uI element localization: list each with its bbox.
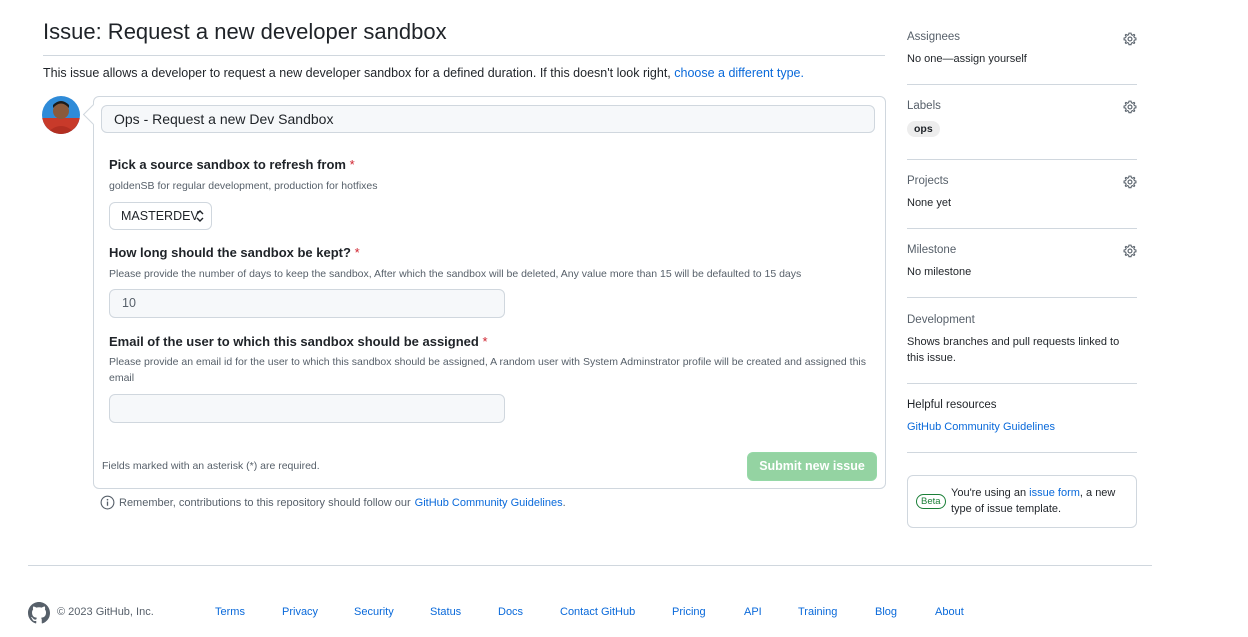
email-label: Email of the user to which this sandbox …: [109, 334, 488, 349]
footer-link-docs[interactable]: Docs: [498, 606, 523, 618]
sidebar-projects: Projects None yet: [907, 175, 1137, 211]
required-asterisk: *: [349, 157, 355, 172]
reminder-text: Remember, contributions to this reposito…: [119, 496, 411, 509]
development-heading: Development: [907, 314, 975, 326]
source-sandbox-help: goldenSB for regular development, produc…: [109, 180, 378, 192]
footer-link-blog[interactable]: Blog: [875, 606, 897, 618]
sidebar-labels: Labels ops: [907, 100, 1137, 137]
beta-notice-text: You're using an issue form, a new type o…: [951, 487, 1116, 515]
projects-gear-icon[interactable]: [1123, 175, 1137, 189]
sidebar-divider: [907, 383, 1137, 384]
select-caret-icon: [196, 210, 204, 222]
footer-divider: [28, 565, 1152, 566]
sidebar-assignees: Assignees No one—assign yourself: [907, 31, 1137, 71]
submit-new-issue-button[interactable]: Submit new issue: [747, 452, 877, 481]
footer-link-pricing[interactable]: Pricing: [672, 606, 706, 618]
label-ops[interactable]: ops: [907, 121, 940, 137]
issue-description: This issue allows a developer to request…: [43, 65, 804, 81]
issue-form: Ops - Request a new Dev Sandbox Pick a s…: [93, 96, 886, 489]
projects-heading: Projects: [907, 175, 949, 187]
source-sandbox-select[interactable]: MASTERDEV: [109, 202, 212, 230]
required-fields-note: Fields marked with an asterisk (*) are r…: [102, 460, 320, 472]
footer-link-training[interactable]: Training: [798, 606, 837, 618]
assignees-gear-icon[interactable]: [1123, 32, 1137, 46]
projects-value: None yet: [907, 197, 952, 209]
contribution-reminder: Remember, contributions to this reposito…: [100, 495, 566, 510]
assignees-heading: Assignees: [907, 31, 961, 43]
email-input[interactable]: [109, 394, 505, 423]
development-value: Shows branches and pull requests linked …: [907, 336, 1120, 364]
email-help: Please provide an email id for the user …: [109, 356, 866, 384]
required-asterisk: *: [354, 245, 360, 260]
labels-gear-icon[interactable]: [1123, 100, 1137, 114]
footer-copyright: © 2023 GitHub, Inc.: [57, 606, 154, 618]
avatar[interactable]: [42, 96, 80, 134]
choose-different-type-link[interactable]: choose a different type.: [674, 66, 804, 80]
sidebar-milestone: Milestone No milestone: [907, 244, 1137, 280]
footer-link-terms[interactable]: Terms: [215, 606, 245, 618]
info-icon: [100, 495, 115, 510]
milestone-gear-icon[interactable]: [1123, 244, 1137, 258]
footer-link-about[interactable]: About: [935, 606, 964, 618]
duration-label: How long should the sandbox be kept? *: [109, 245, 360, 260]
labels-heading: Labels: [907, 100, 941, 112]
github-logo-icon[interactable]: [28, 602, 50, 624]
milestone-heading: Milestone: [907, 244, 957, 256]
footer-link-status[interactable]: Status: [430, 606, 461, 618]
milestone-value: No milestone: [907, 266, 972, 278]
sidebar-helpful-resources: Helpful resources GitHub Community Guide…: [907, 399, 1137, 435]
footer-link-contact[interactable]: Contact GitHub: [560, 606, 635, 618]
required-asterisk: *: [482, 334, 488, 349]
description-text: This issue allows a developer to request…: [43, 66, 671, 80]
assignees-value[interactable]: No one—assign yourself: [907, 51, 1137, 67]
footer-link-privacy[interactable]: Privacy: [282, 606, 318, 618]
issue-form-link[interactable]: issue form: [1029, 487, 1080, 499]
sidebar-divider: [907, 84, 1137, 85]
issue-title-input[interactable]: Ops - Request a new Dev Sandbox: [101, 105, 875, 133]
sidebar-development: Development Shows branches and pull requ…: [907, 314, 1137, 366]
page-title: Issue: Request a new developer sandbox: [43, 19, 447, 44]
duration-help: Please provide the number of days to kee…: [109, 268, 802, 280]
helpful-resources-heading: Helpful resources: [907, 399, 997, 411]
community-guidelines-link[interactable]: GitHub Community Guidelines: [415, 497, 563, 509]
duration-input[interactable]: 10: [109, 289, 505, 318]
footer-link-security[interactable]: Security: [354, 606, 394, 618]
issue-form-beta-notice: Beta You're using an issue form, a new t…: [907, 475, 1137, 528]
sidebar-divider: [907, 452, 1137, 453]
source-sandbox-label: Pick a source sandbox to refresh from *: [109, 157, 355, 172]
beta-badge: Beta: [916, 494, 946, 509]
footer-link-api[interactable]: API: [744, 606, 762, 618]
helpful-guidelines-link[interactable]: GitHub Community Guidelines: [907, 421, 1055, 433]
sidebar-divider: [907, 228, 1137, 229]
sidebar-divider: [907, 297, 1137, 298]
title-divider: [43, 55, 885, 56]
sidebar-divider: [907, 159, 1137, 160]
